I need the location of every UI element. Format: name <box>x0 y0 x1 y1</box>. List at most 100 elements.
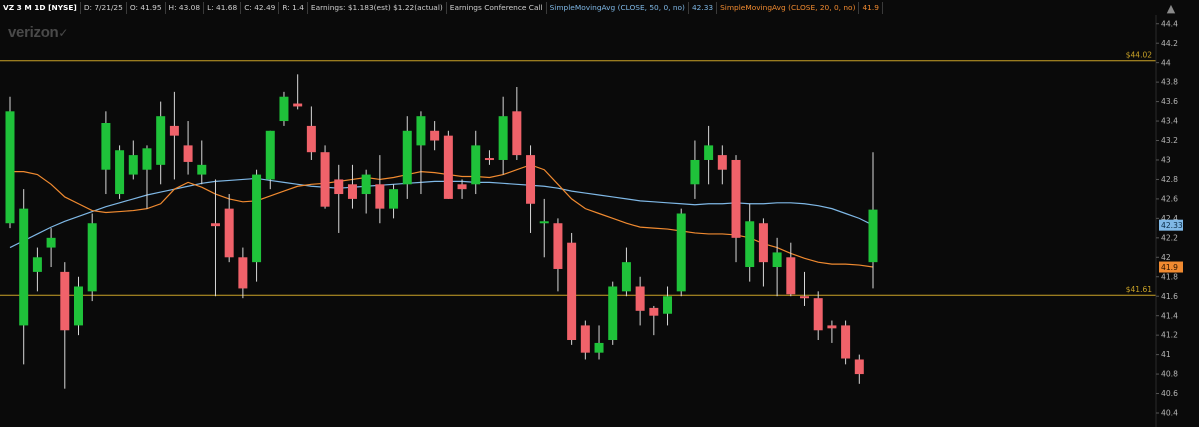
candle-body <box>320 152 330 207</box>
axis-tick-label: 43 <box>1161 156 1171 165</box>
candle[interactable] <box>19 189 29 365</box>
candle[interactable] <box>101 111 111 195</box>
axis-tick-label: 42.8 <box>1161 175 1178 184</box>
candle-body <box>19 208 29 326</box>
candle[interactable] <box>402 116 412 199</box>
candle[interactable] <box>87 213 97 302</box>
sma50-line[interactable] <box>9 177 874 249</box>
axis-tick-label: 43.6 <box>1161 97 1178 106</box>
candle[interactable] <box>156 101 166 185</box>
candle-body <box>443 135 453 199</box>
candle-body <box>608 286 618 341</box>
candle[interactable] <box>293 74 303 110</box>
candle[interactable] <box>183 121 193 175</box>
candle[interactable] <box>690 140 700 199</box>
candle[interactable] <box>553 218 563 292</box>
candle[interactable] <box>717 145 727 185</box>
candle[interactable] <box>128 140 138 180</box>
candle[interactable] <box>142 145 152 209</box>
candle[interactable] <box>594 325 604 360</box>
candle[interactable] <box>663 286 673 326</box>
chart-root[interactable]: VZ 3 M 1D [NYSE] D: 7/21/25 O: 41.95 H: … <box>0 0 1199 427</box>
candle-body <box>101 122 111 170</box>
candle[interactable] <box>758 218 768 287</box>
candle[interactable] <box>526 145 536 233</box>
candle[interactable] <box>567 232 577 345</box>
candle-body <box>539 221 549 224</box>
candle-body <box>854 359 864 375</box>
candle[interactable] <box>786 242 796 297</box>
candle[interactable] <box>800 271 810 306</box>
candle[interactable] <box>443 130 453 199</box>
candle[interactable] <box>306 106 316 160</box>
candle-body <box>512 111 522 156</box>
candle-body <box>649 307 659 316</box>
candle[interactable] <box>60 262 70 389</box>
candle[interactable] <box>745 203 755 282</box>
candle[interactable] <box>498 96 508 175</box>
candle[interactable] <box>375 155 385 224</box>
candle[interactable] <box>334 164 344 233</box>
candle[interactable] <box>841 320 851 365</box>
candle[interactable] <box>827 320 837 343</box>
candle[interactable] <box>5 96 15 229</box>
candle-body <box>690 159 700 185</box>
price-chart[interactable]: $44.02 $41.61 44.4 44.2 44 43.8 43.6 43.4 43.2 4… <box>0 0 1199 427</box>
candle[interactable] <box>115 145 125 199</box>
last-value-badges: 42.33 41.9 <box>1159 219 1183 273</box>
moving-average-lines <box>9 164 874 268</box>
candle-body <box>402 130 412 185</box>
candle[interactable] <box>169 91 179 180</box>
sma20-line[interactable] <box>10 164 874 268</box>
candle[interactable] <box>621 247 631 297</box>
candle[interactable] <box>32 247 42 292</box>
axis-tick-label: 41.8 <box>1161 272 1178 281</box>
price-axis: 44.444.24443.843.643.443.24342.842.642.4… <box>1156 19 1178 418</box>
candle[interactable] <box>210 179 220 297</box>
candle[interactable] <box>389 184 399 219</box>
axis-tick-label: 41.6 <box>1161 292 1178 301</box>
candle[interactable] <box>320 145 330 209</box>
candle[interactable] <box>347 164 357 209</box>
candle-body <box>484 158 494 161</box>
candle[interactable] <box>252 169 262 282</box>
candle[interactable] <box>224 194 234 263</box>
candle[interactable] <box>430 121 440 151</box>
candle[interactable] <box>704 125 714 185</box>
candle[interactable] <box>471 130 481 195</box>
candle-body <box>813 298 823 331</box>
candle-body <box>361 174 371 195</box>
candle[interactable] <box>279 91 289 126</box>
candle-body <box>46 237 56 248</box>
candle[interactable] <box>539 198 549 258</box>
candle-body <box>375 184 385 209</box>
candle[interactable] <box>73 276 83 336</box>
candle-body <box>841 325 851 359</box>
candle-body <box>580 325 590 353</box>
candle-body <box>498 116 508 160</box>
candle[interactable] <box>813 291 823 341</box>
candle[interactable] <box>649 305 659 336</box>
candle[interactable] <box>361 169 371 214</box>
candle[interactable] <box>676 208 686 297</box>
candle[interactable] <box>635 276 645 326</box>
candle-body <box>717 155 727 170</box>
candle[interactable] <box>197 140 207 185</box>
candle[interactable] <box>484 150 494 165</box>
candle[interactable] <box>580 320 590 360</box>
axis-tick-label: 44.2 <box>1161 39 1178 48</box>
candle-body <box>567 242 577 341</box>
candle[interactable] <box>854 354 864 384</box>
candle[interactable] <box>46 228 56 268</box>
axis-tick-label: 41 <box>1161 350 1171 359</box>
candle-body <box>457 184 467 190</box>
sma50-value-badge-text: 42.33 <box>1161 221 1183 230</box>
candle[interactable] <box>457 179 467 199</box>
candle[interactable] <box>608 281 618 345</box>
level-line-label-1: $41.61 <box>1126 285 1152 294</box>
candle[interactable] <box>512 86 522 160</box>
candle[interactable] <box>238 247 248 299</box>
candle[interactable] <box>868 152 878 289</box>
level-line-label-0: $44.02 <box>1126 51 1152 60</box>
candle[interactable] <box>731 155 741 263</box>
